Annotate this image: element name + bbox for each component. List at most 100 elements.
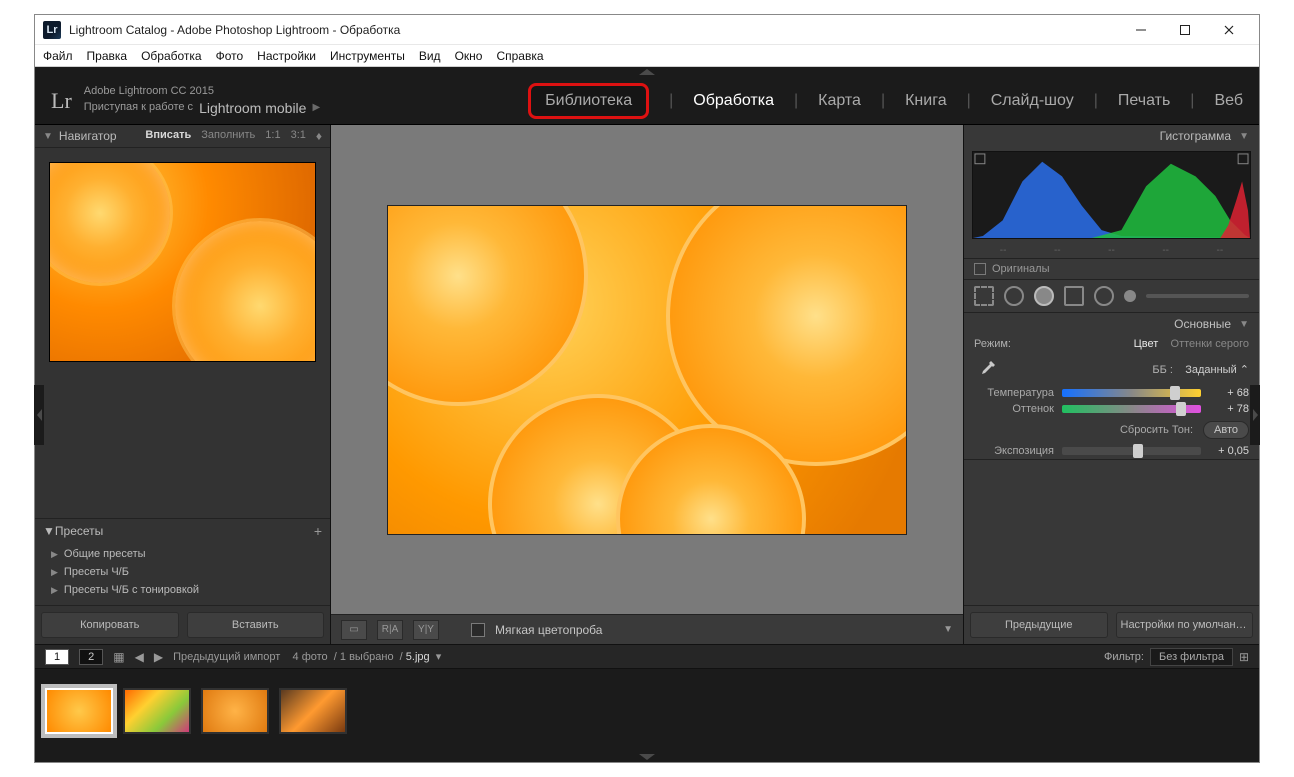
filmstrip-thumb[interactable] (279, 688, 347, 734)
nav-forward-icon[interactable]: ▶ (154, 650, 163, 664)
zoom-fill[interactable]: Заполнить (201, 129, 255, 143)
crop-tool[interactable] (974, 286, 994, 306)
originals-row[interactable]: Оригиналы (964, 258, 1259, 280)
brand-dropdown-icon[interactable]: ▶ (312, 101, 320, 114)
reset-defaults-button[interactable]: Настройки по умолчанию... (1116, 612, 1254, 638)
module-develop[interactable]: Обработка (693, 92, 774, 110)
module-map[interactable]: Карта (818, 92, 861, 110)
histogram-header[interactable]: Гистограмма ▼ (964, 125, 1259, 147)
right-panel-toggle[interactable] (1250, 385, 1260, 445)
filter-dropdown[interactable]: Без фильтра (1150, 648, 1233, 666)
bottom-panel-toggle[interactable] (35, 752, 1259, 762)
before-after-yy-button[interactable]: Y|Y (413, 620, 439, 640)
menu-window[interactable]: Окно (455, 49, 483, 63)
before-after-ra-button[interactable]: R|A (377, 620, 403, 640)
preset-folder[interactable]: ▶Общие пресеты (51, 545, 330, 563)
previous-button[interactable]: Предыдущие (970, 612, 1108, 638)
originals-checkbox[interactable] (974, 263, 986, 275)
presets-header[interactable]: ▼ Пресеты + (35, 518, 330, 543)
zoom-more-icon[interactable]: ♦ (316, 129, 322, 143)
module-picker: Библиотека | Обработка | Карта | Книга |… (528, 83, 1243, 119)
minimize-button[interactable] (1119, 16, 1163, 44)
maximize-button[interactable] (1163, 16, 1207, 44)
spot-tool[interactable] (1004, 286, 1024, 306)
grid-icon[interactable]: ▦ (113, 650, 124, 664)
module-library[interactable]: Библиотека (528, 83, 649, 119)
filter-lock-icon[interactable]: ⊞ (1239, 650, 1249, 664)
navigator-header[interactable]: ▼ Навигатор Вписать Заполнить 1:1 3:1 ♦ (35, 125, 330, 148)
menu-photo[interactable]: Фото (216, 49, 244, 63)
nav-back-icon[interactable]: ◀ (135, 650, 144, 664)
window-title: Lightroom Catalog - Adobe Photoshop Ligh… (69, 23, 400, 37)
tool-slider[interactable] (1146, 294, 1249, 298)
brush-tool[interactable] (1124, 290, 1136, 302)
add-preset-button[interactable]: + (314, 523, 322, 539)
paste-button[interactable]: Вставить (187, 612, 325, 638)
titlebar: Lr Lightroom Catalog - Adobe Photoshop L… (35, 15, 1259, 45)
menu-settings[interactable]: Настройки (257, 49, 316, 63)
module-print[interactable]: Печать (1118, 92, 1170, 110)
module-book[interactable]: Книга (905, 92, 946, 110)
menu-help[interactable]: Справка (496, 49, 543, 63)
tint-slider[interactable]: Оттенок + 78 (964, 401, 1259, 417)
treatment-color[interactable]: Цвет (1134, 338, 1159, 350)
screen-2-button[interactable]: 2 (79, 649, 103, 665)
eyedropper-tool[interactable] (974, 356, 1000, 382)
wb-dropdown[interactable]: Заданный ⌃ (1185, 364, 1249, 376)
filmstrip[interactable] (35, 668, 1259, 752)
exposure-slider[interactable]: Экспозиция + 0,05 (964, 443, 1259, 459)
menu-file[interactable]: Файл (43, 49, 73, 63)
basic-header[interactable]: Основные ▼ (964, 313, 1259, 335)
zoom-1to1[interactable]: 1:1 (265, 129, 280, 143)
left-panel: ▼ Навигатор Вписать Заполнить 1:1 3:1 ♦ … (35, 125, 331, 644)
histogram[interactable] (972, 151, 1251, 239)
filmstrip-header: 1 2 ▦ ◀ ▶ Предыдущий импорт 4 фото / 1 в… (35, 644, 1259, 668)
right-panel: Гистограмма ▼ ---------- (963, 125, 1259, 644)
lightroom-logo: Lr (51, 88, 72, 114)
top-panel-toggle[interactable] (35, 67, 1259, 77)
tint-label: Оттенок (974, 403, 1054, 415)
menu-edit[interactable]: Правка (87, 49, 128, 63)
brand-line2-product: Lightroom mobile (199, 99, 306, 117)
image-canvas[interactable] (331, 125, 963, 614)
preset-folder[interactable]: ▶Пресеты Ч/Б (51, 563, 330, 581)
breadcrumb[interactable]: Предыдущий импорт 4 фото / 1 выбрано / 5… (173, 650, 441, 663)
softproof-checkbox[interactable] (471, 623, 485, 637)
filter-bar: Фильтр: Без фильтра ⊞ (1104, 648, 1249, 666)
copy-button[interactable]: Копировать (41, 612, 179, 638)
menu-tools[interactable]: Инструменты (330, 49, 405, 63)
redeye-tool[interactable] (1034, 286, 1054, 306)
preset-folder[interactable]: ▶Пресеты Ч/Б с тонировкой (51, 581, 330, 599)
zoom-3to1[interactable]: 3:1 (291, 129, 306, 143)
module-bar: Lr Adobe Lightroom CC 2015 Приступая к р… (35, 77, 1259, 125)
preset-list: ▶Общие пресеты ▶Пресеты Ч/Б ▶Пресеты Ч/Б… (35, 543, 330, 605)
basic-title: Основные (1174, 317, 1231, 331)
chevron-down-icon: ▼ (43, 131, 53, 142)
filmstrip-thumb[interactable] (45, 688, 113, 734)
filmstrip-thumb[interactable] (123, 688, 191, 734)
menu-develop[interactable]: Обработка (141, 49, 202, 63)
treatment-bw[interactable]: Оттенки серого (1171, 338, 1249, 350)
filmstrip-thumb[interactable] (201, 688, 269, 734)
zoom-fit[interactable]: Вписать (145, 129, 191, 143)
left-panel-toggle[interactable] (34, 385, 44, 445)
module-slideshow[interactable]: Слайд-шоу (991, 92, 1074, 110)
navigator-zoom-options: Вписать Заполнить 1:1 3:1 ♦ (145, 129, 322, 143)
navigator-preview[interactable] (49, 162, 316, 362)
toolbar-more-icon[interactable]: ▼ (943, 624, 953, 635)
basic-panel: Основные ▼ Режим: Цвет Оттенки серого (964, 313, 1259, 460)
temperature-label: Температура (974, 387, 1054, 399)
menu-view[interactable]: Вид (419, 49, 441, 63)
loupe-view-button[interactable]: ▭ (341, 620, 367, 640)
left-bottom-buttons: Копировать Вставить (35, 605, 330, 644)
radial-tool[interactable] (1094, 286, 1114, 306)
right-bottom-buttons: Предыдущие Настройки по умолчанию... (964, 605, 1259, 644)
close-button[interactable] (1207, 16, 1251, 44)
exposure-value: + 0,05 (1209, 445, 1249, 457)
tone-auto-button[interactable]: Авто (1203, 421, 1249, 439)
screen-1-button[interactable]: 1 (45, 649, 69, 665)
gradient-tool[interactable] (1064, 286, 1084, 306)
temperature-slider[interactable]: Температура + 68 (964, 385, 1259, 401)
app-body: Lr Adobe Lightroom CC 2015 Приступая к р… (35, 67, 1259, 762)
module-web[interactable]: Веб (1214, 92, 1243, 110)
